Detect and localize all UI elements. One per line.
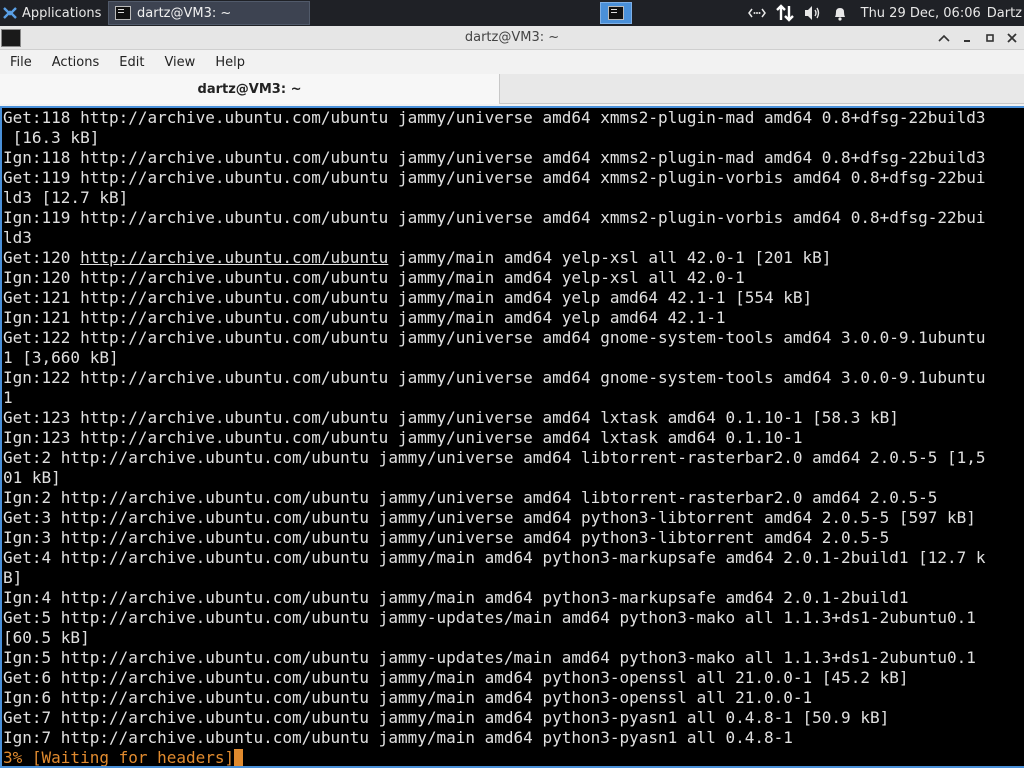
window-title: dartz@VM3: ~ <box>464 30 560 45</box>
terminal-line: Get:4 http://archive.ubuntu.com/ubuntu j… <box>3 548 986 567</box>
system-tray: Thu 29 Dec, 06:06 Dartz <box>743 0 1024 26</box>
workspace-switcher[interactable] <box>600 2 632 24</box>
terminal-line: Ign:6 http://archive.ubuntu.com/ubuntu j… <box>3 688 813 707</box>
applications-label: Applications <box>22 5 102 21</box>
terminal-line: [60.5 kB] <box>3 628 90 647</box>
taskbar-terminal-button[interactable]: dartz@VM3: ~ <box>108 1 310 25</box>
terminal-line: Get:123 http://archive.ubuntu.com/ubuntu… <box>3 408 899 427</box>
terminal-line: Get:118 http://archive.ubuntu.com/ubuntu… <box>3 108 986 127</box>
terminal-line: Ign:122 http://archive.ubuntu.com/ubuntu… <box>3 368 986 387</box>
terminal-line: 01 kB] <box>3 468 61 487</box>
terminal-window: dartz@VM3: ~ File Actions Edit View Help… <box>0 26 1024 768</box>
terminal-line: Ign:7 http://archive.ubuntu.com/ubuntu j… <box>3 728 793 747</box>
menu-actions[interactable]: Actions <box>42 55 110 70</box>
user-menu[interactable]: Dartz <box>987 6 1024 21</box>
transfer-arrows-icon[interactable] <box>771 0 799 26</box>
terminal-line: Ign:123 http://archive.ubuntu.com/ubuntu… <box>3 428 803 447</box>
terminal-line: Ign:119 http://archive.ubuntu.com/ubuntu… <box>3 208 986 227</box>
terminal-line: Ign:118 http://archive.ubuntu.com/ubuntu… <box>3 148 986 167</box>
xfce-logo-icon <box>3 7 17 19</box>
terminal-line: Ign:5 http://archive.ubuntu.com/ubuntu j… <box>3 648 976 667</box>
terminal-line: Ign:121 http://archive.ubuntu.com/ubuntu… <box>3 308 726 327</box>
terminal-output[interactable]: Get:118 http://archive.ubuntu.com/ubuntu… <box>0 106 1024 768</box>
taskbar-task-title: dartz@VM3: ~ <box>137 5 232 21</box>
terminal-icon <box>115 6 131 20</box>
minimize-icon[interactable] <box>958 29 976 47</box>
menu-bar: File Actions Edit View Help <box>0 50 1024 74</box>
progress-status-text: 3% [Waiting for headers] <box>3 748 235 767</box>
terminal-line: Get:2 http://archive.ubuntu.com/ubuntu j… <box>3 448 986 467</box>
terminal-line: Get:3 http://archive.ubuntu.com/ubuntu j… <box>3 508 976 527</box>
terminal-line: Get:5 http://archive.ubuntu.com/ubuntu j… <box>3 608 976 627</box>
terminal-line: Get:121 http://archive.ubuntu.com/ubuntu… <box>3 288 813 307</box>
tab-bar: dartz@VM3: ~ <box>0 74 1024 104</box>
top-panel: Applications dartz@VM3: ~ Thu 29 Dec, 06… <box>0 0 1024 26</box>
maximize-icon[interactable] <box>981 29 999 47</box>
terminal-icon <box>608 6 624 20</box>
terminal-line: Ign:3 http://archive.ubuntu.com/ubuntu j… <box>3 528 890 547</box>
terminal-line: ld3 <box>3 228 32 247</box>
window-titlebar[interactable]: dartz@VM3: ~ <box>0 26 1024 50</box>
terminal-line: 1 <box>3 388 13 407</box>
terminal-lines: Get:118 http://archive.ubuntu.com/ubuntu… <box>3 108 986 767</box>
roll-up-icon[interactable] <box>935 29 953 47</box>
terminal-line: Ign:2 http://archive.ubuntu.com/ubuntu j… <box>3 488 938 507</box>
menu-edit[interactable]: Edit <box>109 55 154 70</box>
terminal-line: B] <box>3 568 23 587</box>
terminal-line: Get:120 http://archive.ubuntu.com/ubuntu… <box>3 248 832 267</box>
network-icon[interactable] <box>743 0 771 26</box>
terminal-line: 1 [3,660 kB] <box>3 348 119 367</box>
terminal-line: Get:6 http://archive.ubuntu.com/ubuntu j… <box>3 668 909 687</box>
terminal-line: Get:7 http://archive.ubuntu.com/ubuntu j… <box>3 708 890 727</box>
clock[interactable]: Thu 29 Dec, 06:06 <box>853 6 987 21</box>
applications-menu[interactable]: Applications <box>0 0 101 26</box>
close-icon[interactable] <box>1003 29 1021 47</box>
progress-status-line: 3% [Waiting for headers] <box>3 748 986 767</box>
terminal-line: Get:122 http://archive.ubuntu.com/ubuntu… <box>3 328 986 347</box>
menu-help[interactable]: Help <box>205 55 255 70</box>
terminal-line: ld3 [12.7 kB] <box>3 188 129 207</box>
hovered-link[interactable]: http://archive.ubuntu.com/ubuntu <box>80 248 388 267</box>
terminal-line: Get:119 http://archive.ubuntu.com/ubuntu… <box>3 168 986 187</box>
tab-terminal[interactable]: dartz@VM3: ~ <box>0 74 500 104</box>
menu-view[interactable]: View <box>154 55 205 70</box>
terminal-line: Ign:4 http://archive.ubuntu.com/ubuntu j… <box>3 588 909 607</box>
menu-file[interactable]: File <box>0 55 42 70</box>
terminal-cursor <box>234 749 244 766</box>
terminal-line: Ign:120 http://archive.ubuntu.com/ubuntu… <box>3 268 745 287</box>
terminal-line: [16.3 kB] <box>3 128 100 147</box>
notification-bell-icon[interactable] <box>827 0 853 26</box>
volume-icon[interactable] <box>799 0 827 26</box>
